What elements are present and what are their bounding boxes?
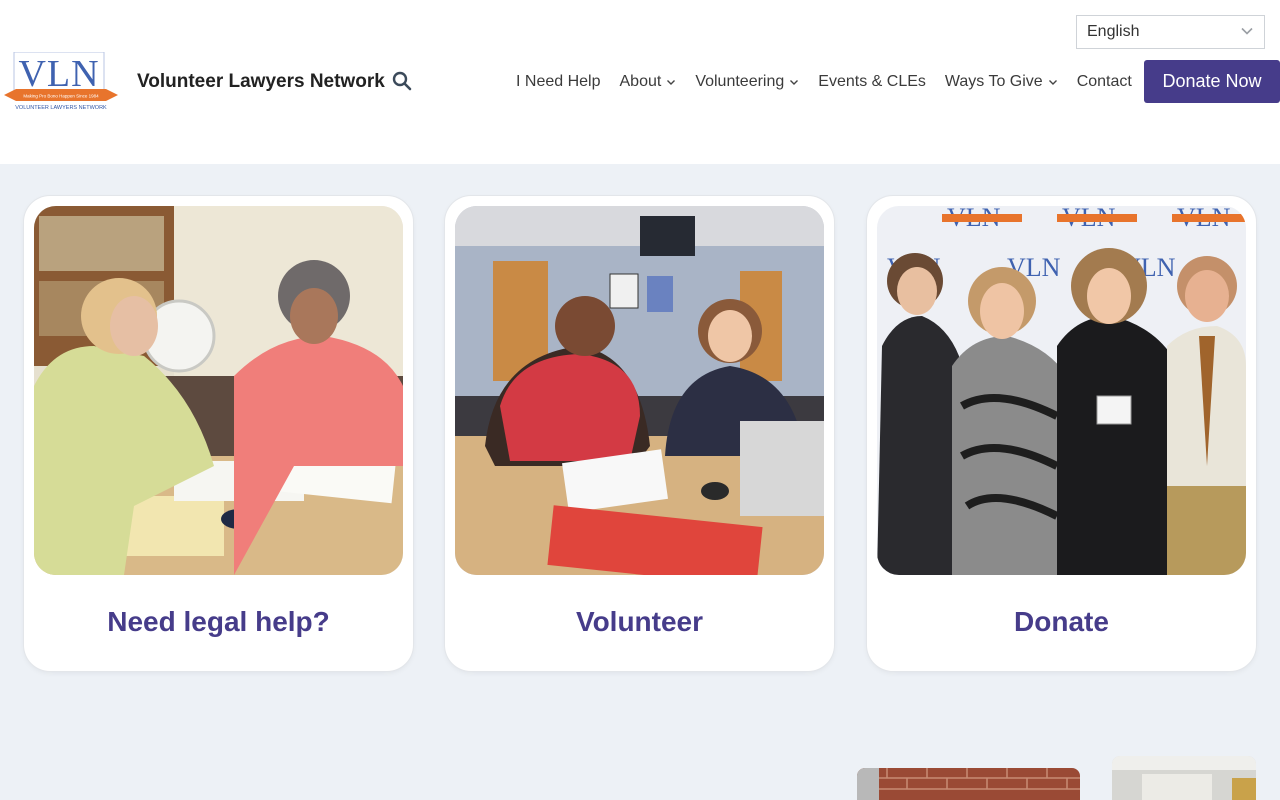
site-name[interactable]: Volunteer Lawyers Network: [137, 71, 385, 93]
search-icon[interactable]: [392, 71, 412, 91]
chevron-down-icon: [1241, 27, 1253, 35]
nav-item-events-cles[interactable]: Events & CLEs: [818, 73, 926, 91]
nav-item-volunteering[interactable]: Volunteering: [695, 73, 799, 91]
card-donate[interactable]: VLN VLN VLN VLN VLN VLN Donate: [867, 196, 1256, 671]
nav-item-label: Events & CLEs: [818, 73, 926, 90]
thumbnail-image[interactable]: [1112, 756, 1256, 800]
card-title: Need legal help?: [107, 606, 330, 637]
nav-item-label: Volunteering: [695, 73, 785, 90]
donate-now-button[interactable]: Donate Now: [1144, 60, 1280, 103]
nav-item-label: I Need Help: [516, 73, 601, 90]
nav-item-label: Contact: [1076, 73, 1132, 90]
vln-logo[interactable]: VLN Making Pro Bono Happen Since 1984 VO…: [4, 52, 118, 112]
chevron-down-icon: [1048, 80, 1057, 85]
main-nav: I Need Help About Volunteering Events & …: [516, 70, 1132, 94]
site-header: English VLN Making Pro Bono Happen Since…: [0, 0, 1280, 164]
nav-item-about[interactable]: About: [620, 73, 677, 91]
legal-help-photo: [34, 206, 403, 575]
card-title: Donate: [1014, 606, 1109, 637]
volunteer-photo: [455, 206, 824, 575]
nav-item-contact[interactable]: Contact: [1077, 73, 1132, 91]
chevron-down-icon: [667, 80, 676, 85]
card-volunteer[interactable]: Volunteer: [445, 196, 834, 671]
svg-text:VOLUNTEER LAWYERS NETWORK: VOLUNTEER LAWYERS NETWORK: [15, 105, 107, 111]
svg-text:VLN: VLN: [18, 53, 99, 95]
nav-item-ways-to-give[interactable]: Ways To Give: [945, 73, 1058, 91]
nav-item-i-need-help[interactable]: I Need Help: [516, 73, 601, 91]
svg-text:Making Pro Bono Happen Since 1: Making Pro Bono Happen Since 1984: [23, 94, 99, 99]
language-select-value: English: [1087, 23, 1140, 40]
thumbnail-image[interactable]: [857, 768, 1080, 800]
card-title: Volunteer: [575, 606, 704, 637]
nav-item-label: About: [619, 73, 662, 90]
card-need-legal-help[interactable]: Need legal help?: [24, 196, 413, 671]
nav-item-label: Ways To Give: [944, 73, 1043, 90]
language-select[interactable]: English: [1076, 15, 1265, 49]
donate-photo: VLN VLN VLN VLN VLN VLN: [877, 206, 1246, 575]
chevron-down-icon: [790, 80, 799, 85]
